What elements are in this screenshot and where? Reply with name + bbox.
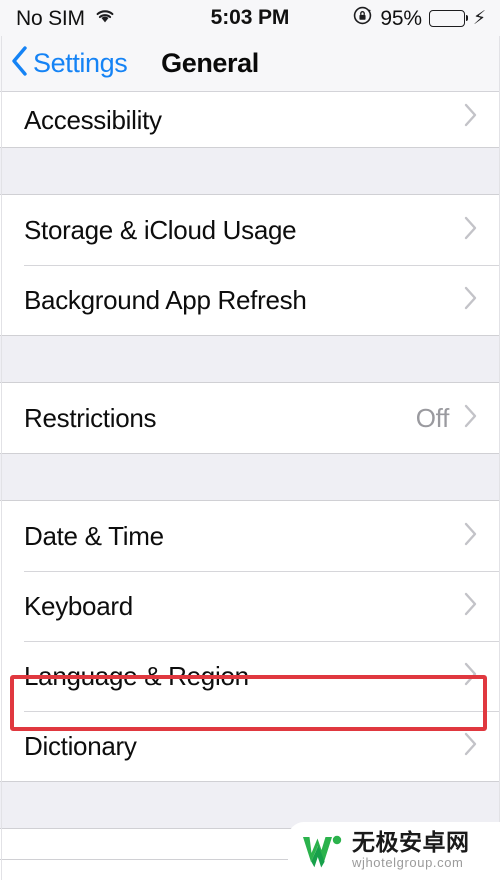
w-logo-icon — [298, 829, 346, 874]
settings-row[interactable]: Dictionary — [0, 711, 500, 781]
status-bar-right: 95% ⚡ — [352, 5, 486, 32]
chevron-right-icon — [463, 215, 478, 246]
settings-table-view[interactable]: Accessibility Storage & iCloud Usage Backg… — [0, 92, 500, 860]
settings-row-label: Storage & iCloud Usage — [24, 215, 297, 245]
rotation-lock-icon — [352, 5, 373, 32]
status-bar: No SIM 5:03 PM 95% ⚡ — [0, 0, 500, 36]
settings-row[interactable]: Background App Refresh — [0, 265, 500, 335]
settings-row-label: Dictionary — [24, 731, 137, 761]
settings-row[interactable]: Restrictions Off — [0, 383, 500, 453]
watermark-site-name: 无极安卓网 — [352, 829, 470, 856]
watermark-text: 无极安卓网 wjhotelgroup.com — [352, 830, 470, 871]
watermark: 无极安卓网 wjhotelgroup.com — [288, 822, 500, 880]
battery-icon — [428, 9, 465, 27]
chevron-right-icon — [463, 731, 478, 762]
section-gap — [0, 148, 500, 194]
chevron-right-icon — [463, 403, 478, 434]
status-bar-left: No SIM — [16, 6, 116, 30]
settings-row-label: Date & Time — [24, 521, 164, 551]
group-storage: Storage & iCloud Usage Background App Ref… — [0, 194, 500, 336]
iphone-screen: No SIM 5:03 PM 95% ⚡ Settings General Ac… — [0, 0, 500, 880]
carrier-label: No SIM — [16, 6, 85, 30]
chevron-right-icon — [463, 285, 478, 316]
chevron-right-icon — [463, 102, 478, 133]
group-accessibility: Accessibility — [0, 92, 500, 148]
settings-row-label: Language & Region — [24, 661, 249, 691]
settings-row[interactable]: Date & Time — [0, 501, 500, 571]
settings-row[interactable]: Storage & iCloud Usage — [0, 195, 500, 265]
battery-percent-label: 95% — [380, 6, 422, 30]
chevron-left-icon — [11, 46, 28, 81]
settings-row[interactable]: Keyboard — [0, 571, 500, 641]
navigation-bar: Settings General — [0, 36, 500, 92]
chevron-right-icon — [463, 521, 478, 552]
section-gap — [0, 336, 500, 382]
settings-row-label: Accessibility — [24, 105, 162, 135]
back-button[interactable]: Settings — [0, 46, 128, 81]
group-restrictions: Restrictions Off — [0, 382, 500, 454]
settings-row[interactable]: Language & Region — [0, 641, 500, 711]
chevron-right-icon — [463, 591, 478, 622]
settings-row-label: Keyboard — [24, 591, 133, 621]
settings-row[interactable]: Accessibility — [0, 92, 500, 147]
settings-row-label: Background App Refresh — [24, 285, 307, 315]
lightning-bolt-icon: ⚡ — [472, 7, 486, 29]
settings-row-label: Restrictions — [24, 403, 157, 433]
wifi-icon — [94, 6, 116, 30]
chevron-right-icon — [463, 661, 478, 692]
settings-row-value: Off — [415, 403, 450, 433]
group-datetime: Date & Time Keyboard Language & Region Dict… — [0, 500, 500, 782]
section-gap — [0, 454, 500, 500]
watermark-url: wjhotelgroup.com — [352, 854, 464, 870]
back-button-label: Settings — [33, 48, 128, 78]
